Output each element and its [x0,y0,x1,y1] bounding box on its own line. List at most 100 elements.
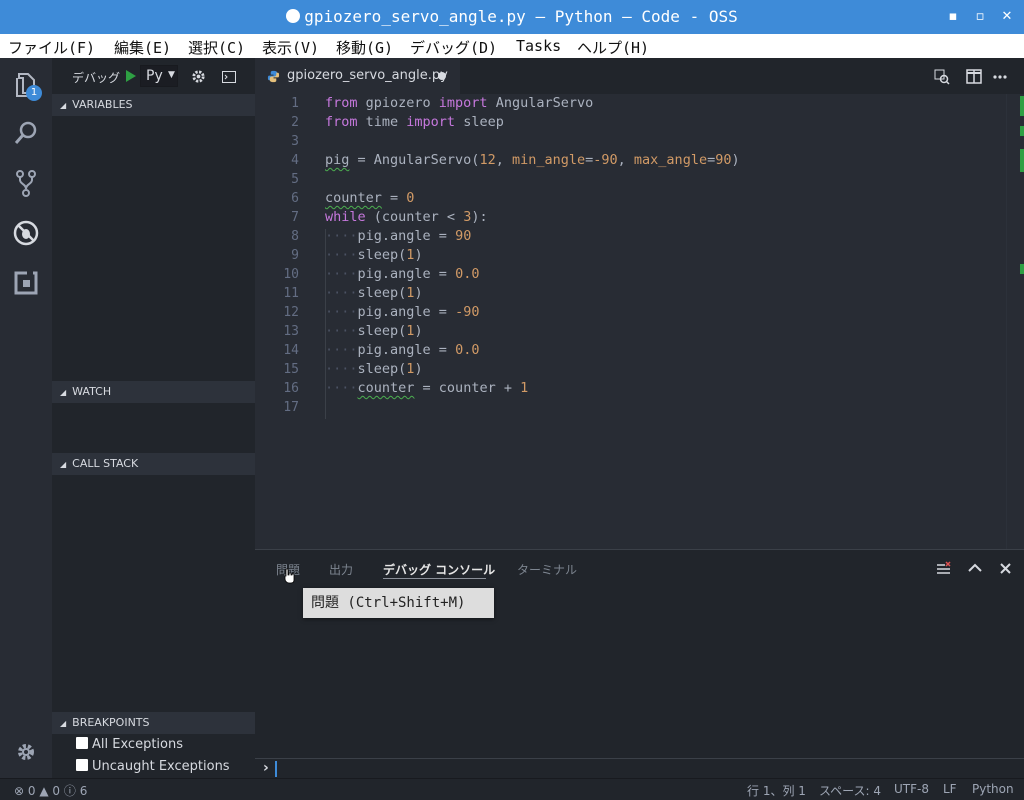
debug-label: デバッグ [72,71,121,85]
settings-gear-icon[interactable] [10,736,42,768]
collapse-triangle-icon: ◢ [60,719,67,728]
checkbox[interactable] [76,737,88,749]
gear-icon[interactable] [191,69,206,84]
line-number: 2 [291,115,299,130]
line-number: 9 [291,248,299,263]
line-number: 3 [291,134,299,149]
code-line: from time import sleep [325,114,504,130]
menu-go[interactable]: 移動(G) [336,37,393,58]
menu-file[interactable]: ファイル(F) [8,37,95,58]
menu-selection[interactable]: 選択(C) [188,37,245,58]
tab-terminal[interactable]: ターミナル [517,561,577,578]
tab-output[interactable]: 出力 [329,561,353,578]
encoding[interactable]: UTF-8 [894,782,929,796]
variables-section-header[interactable]: ◢ VARIABLES [52,94,255,116]
watch-title: WATCH [72,385,112,398]
code-line: ····counter = counter + 1 [325,380,529,396]
line-number: 13 [283,324,299,339]
line-number: 1 [291,96,299,111]
debug-config-select[interactable]: Py ▼ [140,65,178,87]
breakpoint-label: All Exceptions [92,737,183,752]
git-added-marker [1020,126,1024,136]
watch-section-header[interactable]: ◢ WATCH [52,381,255,403]
editor-tab[interactable]: gpiozero_servo_angle.py [255,58,460,94]
line-number: 15 [283,362,299,377]
warning-icon: ▲ [39,784,49,798]
collapse-triangle-icon: ◢ [60,101,67,110]
code-line: ····sleep(1) [325,247,423,263]
indentation[interactable]: スペース: 4 [819,782,881,799]
code-line: ····pig.angle = -90 [325,304,480,320]
code-editor[interactable]: 1 2 3 4 5 6 7 8 9 10 11 12 13 14 15 16 1… [255,94,1024,549]
source-control-icon[interactable] [10,167,42,199]
variables-title: VARIABLES [72,98,133,111]
split-editor-icon[interactable] [966,69,982,84]
watch-body [52,403,255,453]
minimize-button[interactable]: ▪ [944,8,962,26]
open-changes-icon[interactable] [934,69,950,85]
line-number: 6 [291,191,299,206]
debug-icon[interactable] [10,217,42,249]
start-debugging-icon[interactable] [126,70,136,82]
maximize-panel-icon[interactable] [968,563,982,573]
close-panel-icon[interactable] [1000,563,1011,574]
checkbox[interactable] [76,759,88,771]
breakpoint-label: Uncaught Exceptions [92,759,230,774]
menu-tasks[interactable]: Tasks [516,37,561,55]
code-line: from gpiozero import AngularServo [325,95,594,111]
menu-view[interactable]: 表示(V) [262,37,319,58]
python-file-icon [267,70,280,83]
text-cursor [275,761,277,777]
overview-ruler [1006,94,1007,549]
maximize-button[interactable]: ▫ [971,8,989,26]
code-line: ····pig.angle = 0.0 [325,342,480,358]
search-icon[interactable] [10,117,42,149]
prompt-chevron-icon: › [263,760,269,776]
end-of-line[interactable]: LF [943,782,957,796]
close-window-button[interactable]: ✕ [998,8,1016,26]
menu-debug[interactable]: デバッグ(D) [410,37,497,58]
debug-toolbar: デバッグ Py ▼ [52,58,255,94]
window-title: gpiozero_servo_angle.py — Python — Code … [304,7,738,26]
line-number: 4 [291,153,299,168]
unsaved-dot-icon [286,9,301,23]
code-line: ····sleep(1) [325,285,423,301]
problems-summary[interactable]: ⊗ 0 ▲ 0 ⓘ 6 [14,782,87,799]
more-actions-icon[interactable] [992,69,1008,84]
warning-count: 0 [52,784,61,798]
code-line: pig = AngularServo(12, min_angle=-90, ma… [325,152,740,168]
tooltip: 問題 (Ctrl+Shift+M) [303,588,494,618]
explorer-badge: 1 [26,85,42,101]
breakpoint-uncaught-exceptions[interactable]: Uncaught Exceptions [76,757,230,777]
language-mode[interactable]: Python [972,782,1014,796]
clear-console-icon[interactable] [936,561,952,577]
call-stack-title: CALL STACK [72,457,139,470]
code-line: ····pig.angle = 90 [325,228,472,244]
mouse-pointer-icon [284,568,295,584]
line-number: 8 [291,229,299,244]
menu-edit[interactable]: 編集(E) [114,37,171,58]
breakpoint-all-exceptions[interactable]: All Exceptions [76,735,183,755]
chevron-down-icon: ▼ [168,70,175,80]
line-number: 17 [283,400,299,415]
bottom-panel: 問題 出力 デバッグ コンソール ターミナル 問題 (Ctrl+Shift+M)… [255,549,1024,778]
error-count: 0 [27,784,36,798]
git-added-marker [1020,149,1024,172]
code-line: while (counter < 3): [325,209,488,225]
active-tab-indicator [383,578,486,579]
debug-console-input[interactable]: › [255,758,1024,778]
menu-help[interactable]: ヘルプ(H) [577,37,649,58]
tab-debug-console[interactable]: デバッグ コンソール [383,561,495,578]
title-bar: gpiozero_servo_angle.py — Python — Code … [0,0,1024,34]
info-icon: ⓘ [63,784,76,798]
terminal-icon[interactable] [222,71,236,83]
extensions-icon[interactable] [10,267,42,299]
variables-body [52,116,255,381]
collapse-triangle-icon: ◢ [60,388,67,397]
git-added-marker [1020,96,1024,116]
call-stack-section-header[interactable]: ◢ CALL STACK [52,453,255,475]
unsaved-dot-icon[interactable] [438,72,446,80]
cursor-position[interactable]: 行 1、列 1 [747,782,806,799]
tab-title: gpiozero_servo_angle.py [287,68,448,83]
breakpoints-section-header[interactable]: ◢ BREAKPOINTS [52,712,255,734]
